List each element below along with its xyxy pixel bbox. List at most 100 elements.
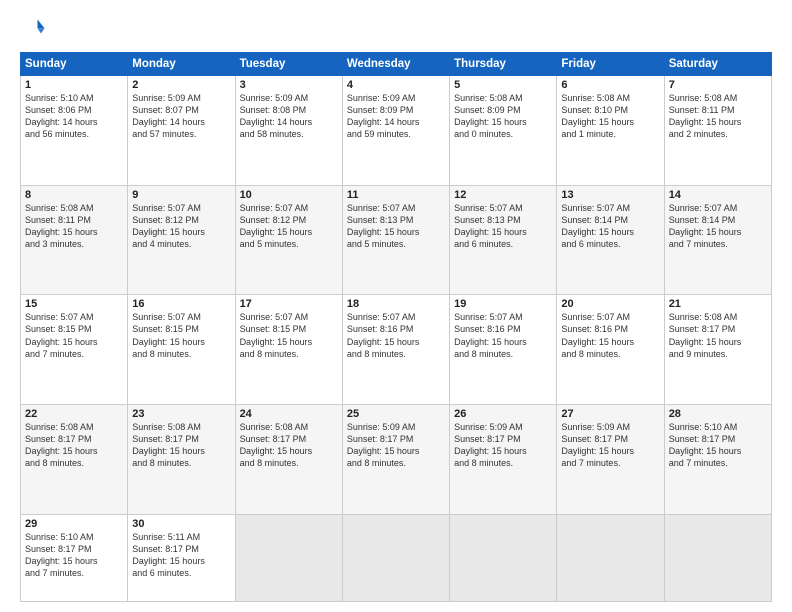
calendar-week-2: 8Sunrise: 5:08 AMSunset: 8:11 PMDaylight… [21,185,772,295]
day-number: 28 [669,408,767,420]
calendar-cell: 25Sunrise: 5:09 AMSunset: 8:17 PMDayligh… [342,405,449,515]
day-number: 18 [347,298,445,310]
cell-info: Sunrise: 5:07 AMSunset: 8:14 PMDaylight:… [561,202,659,251]
calendar-cell: 3Sunrise: 5:09 AMSunset: 8:08 PMDaylight… [235,76,342,186]
calendar-cell: 1Sunrise: 5:10 AMSunset: 8:06 PMDaylight… [21,76,128,186]
calendar-cell: 28Sunrise: 5:10 AMSunset: 8:17 PMDayligh… [664,405,771,515]
calendar-cell: 6Sunrise: 5:08 AMSunset: 8:10 PMDaylight… [557,76,664,186]
calendar-cell: 14Sunrise: 5:07 AMSunset: 8:14 PMDayligh… [664,185,771,295]
calendar-cell: 22Sunrise: 5:08 AMSunset: 8:17 PMDayligh… [21,405,128,515]
cell-info: Sunrise: 5:07 AMSunset: 8:13 PMDaylight:… [454,202,552,251]
day-number: 3 [240,79,338,91]
cell-info: Sunrise: 5:09 AMSunset: 8:09 PMDaylight:… [347,92,445,141]
day-number: 13 [561,189,659,201]
cell-info: Sunrise: 5:07 AMSunset: 8:15 PMDaylight:… [25,311,123,360]
cell-info: Sunrise: 5:08 AMSunset: 8:17 PMDaylight:… [25,421,123,470]
calendar-cell: 13Sunrise: 5:07 AMSunset: 8:14 PMDayligh… [557,185,664,295]
calendar-cell: 26Sunrise: 5:09 AMSunset: 8:17 PMDayligh… [450,405,557,515]
day-number: 19 [454,298,552,310]
day-number: 11 [347,189,445,201]
day-number: 27 [561,408,659,420]
calendar-cell: 2Sunrise: 5:09 AMSunset: 8:07 PMDaylight… [128,76,235,186]
day-number: 8 [25,189,123,201]
day-number: 25 [347,408,445,420]
day-number: 17 [240,298,338,310]
logo [20,16,52,44]
day-number: 12 [454,189,552,201]
calendar-cell: 29Sunrise: 5:10 AMSunset: 8:17 PMDayligh… [21,514,128,601]
day-number: 5 [454,79,552,91]
day-number: 22 [25,408,123,420]
calendar-table: SundayMondayTuesdayWednesdayThursdayFrid… [20,52,772,602]
calendar-cell: 20Sunrise: 5:07 AMSunset: 8:16 PMDayligh… [557,295,664,405]
calendar-cell: 21Sunrise: 5:08 AMSunset: 8:17 PMDayligh… [664,295,771,405]
calendar-week-3: 15Sunrise: 5:07 AMSunset: 8:15 PMDayligh… [21,295,772,405]
day-header-tuesday: Tuesday [235,53,342,76]
calendar-body: 1Sunrise: 5:10 AMSunset: 8:06 PMDaylight… [21,76,772,602]
day-header-thursday: Thursday [450,53,557,76]
day-number: 16 [132,298,230,310]
day-number: 2 [132,79,230,91]
day-number: 30 [132,518,230,530]
calendar-cell: 19Sunrise: 5:07 AMSunset: 8:16 PMDayligh… [450,295,557,405]
day-number: 1 [25,79,123,91]
calendar-cell: 9Sunrise: 5:07 AMSunset: 8:12 PMDaylight… [128,185,235,295]
cell-info: Sunrise: 5:09 AMSunset: 8:17 PMDaylight:… [454,421,552,470]
cell-info: Sunrise: 5:10 AMSunset: 8:06 PMDaylight:… [25,92,123,141]
day-header-sunday: Sunday [21,53,128,76]
calendar-cell [664,514,771,601]
day-number: 14 [669,189,767,201]
day-number: 10 [240,189,338,201]
calendar-header-row: SundayMondayTuesdayWednesdayThursdayFrid… [21,53,772,76]
cell-info: Sunrise: 5:07 AMSunset: 8:16 PMDaylight:… [454,311,552,360]
calendar-week-5: 29Sunrise: 5:10 AMSunset: 8:17 PMDayligh… [21,514,772,601]
calendar-cell: 18Sunrise: 5:07 AMSunset: 8:16 PMDayligh… [342,295,449,405]
calendar-cell [235,514,342,601]
cell-info: Sunrise: 5:08 AMSunset: 8:10 PMDaylight:… [561,92,659,141]
day-number: 15 [25,298,123,310]
cell-info: Sunrise: 5:10 AMSunset: 8:17 PMDaylight:… [25,531,123,580]
cell-info: Sunrise: 5:09 AMSunset: 8:08 PMDaylight:… [240,92,338,141]
day-number: 29 [25,518,123,530]
calendar-cell [342,514,449,601]
cell-info: Sunrise: 5:07 AMSunset: 8:15 PMDaylight:… [240,311,338,360]
cell-info: Sunrise: 5:08 AMSunset: 8:17 PMDaylight:… [669,311,767,360]
logo-icon [20,16,48,44]
cell-info: Sunrise: 5:10 AMSunset: 8:17 PMDaylight:… [669,421,767,470]
calendar-cell: 8Sunrise: 5:08 AMSunset: 8:11 PMDaylight… [21,185,128,295]
day-number: 24 [240,408,338,420]
header [20,16,772,44]
calendar-cell: 16Sunrise: 5:07 AMSunset: 8:15 PMDayligh… [128,295,235,405]
calendar-page: SundayMondayTuesdayWednesdayThursdayFrid… [0,0,792,612]
calendar-week-1: 1Sunrise: 5:10 AMSunset: 8:06 PMDaylight… [21,76,772,186]
cell-info: Sunrise: 5:08 AMSunset: 8:17 PMDaylight:… [240,421,338,470]
calendar-cell: 23Sunrise: 5:08 AMSunset: 8:17 PMDayligh… [128,405,235,515]
calendar-week-4: 22Sunrise: 5:08 AMSunset: 8:17 PMDayligh… [21,405,772,515]
cell-info: Sunrise: 5:07 AMSunset: 8:16 PMDaylight:… [347,311,445,360]
cell-info: Sunrise: 5:11 AMSunset: 8:17 PMDaylight:… [132,531,230,580]
cell-info: Sunrise: 5:09 AMSunset: 8:17 PMDaylight:… [561,421,659,470]
day-header-wednesday: Wednesday [342,53,449,76]
cell-info: Sunrise: 5:08 AMSunset: 8:17 PMDaylight:… [132,421,230,470]
day-number: 7 [669,79,767,91]
cell-info: Sunrise: 5:09 AMSunset: 8:07 PMDaylight:… [132,92,230,141]
day-header-saturday: Saturday [664,53,771,76]
calendar-cell: 11Sunrise: 5:07 AMSunset: 8:13 PMDayligh… [342,185,449,295]
calendar-cell: 15Sunrise: 5:07 AMSunset: 8:15 PMDayligh… [21,295,128,405]
calendar-cell: 27Sunrise: 5:09 AMSunset: 8:17 PMDayligh… [557,405,664,515]
cell-info: Sunrise: 5:08 AMSunset: 8:11 PMDaylight:… [669,92,767,141]
cell-info: Sunrise: 5:08 AMSunset: 8:09 PMDaylight:… [454,92,552,141]
day-header-monday: Monday [128,53,235,76]
calendar-cell: 17Sunrise: 5:07 AMSunset: 8:15 PMDayligh… [235,295,342,405]
calendar-cell: 10Sunrise: 5:07 AMSunset: 8:12 PMDayligh… [235,185,342,295]
day-number: 26 [454,408,552,420]
day-number: 20 [561,298,659,310]
cell-info: Sunrise: 5:07 AMSunset: 8:16 PMDaylight:… [561,311,659,360]
day-number: 23 [132,408,230,420]
calendar-cell: 30Sunrise: 5:11 AMSunset: 8:17 PMDayligh… [128,514,235,601]
cell-info: Sunrise: 5:07 AMSunset: 8:12 PMDaylight:… [132,202,230,251]
day-number: 4 [347,79,445,91]
day-header-friday: Friday [557,53,664,76]
cell-info: Sunrise: 5:07 AMSunset: 8:13 PMDaylight:… [347,202,445,251]
calendar-cell [450,514,557,601]
